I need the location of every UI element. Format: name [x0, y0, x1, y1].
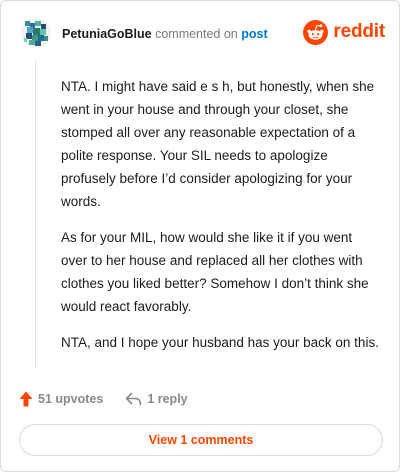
comment-header: PetuniaGoBlue commented on post reddit	[21, 18, 385, 52]
comment-card: PetuniaGoBlue commented on post reddit N…	[0, 0, 400, 472]
user-avatar[interactable]	[21, 18, 51, 48]
brand-wordmark: reddit	[333, 21, 385, 42]
comment-paragraph: NTA. I might have said e s h, but honest…	[61, 79, 375, 209]
comment-paragraph: NTA, and I hope your husband has your ba…	[61, 335, 379, 350]
comment-actions: 51 upvotes 1 reply	[19, 387, 381, 411]
comment-paragraph: As for your MIL, how would she like it i…	[61, 230, 369, 314]
comment-body: NTA. I might have said e s h, but honest…	[61, 75, 381, 367]
reply-arrow-icon	[126, 392, 142, 406]
comment-byline: PetuniaGoBlue commented on post	[62, 27, 268, 41]
upvote-arrow-icon	[19, 391, 33, 407]
reply-count: 1 reply	[147, 392, 188, 406]
author-username[interactable]: PetuniaGoBlue	[62, 27, 152, 41]
reddit-logo[interactable]: reddit	[303, 19, 385, 45]
upvote-button[interactable]: 51 upvotes	[19, 391, 103, 407]
reddit-snoo-icon	[303, 19, 329, 45]
reply-button[interactable]: 1 reply	[125, 392, 188, 406]
view-comments-button[interactable]: View 1 comments	[19, 424, 383, 456]
thread-line[interactable]	[35, 59, 36, 369]
byline-action-text: commented on	[155, 27, 238, 41]
post-link[interactable]: post	[241, 27, 267, 41]
view-comments-label: View 1 comments	[148, 433, 254, 447]
avatar-icon	[21, 18, 51, 48]
upvote-count: 51 upvotes	[38, 392, 104, 406]
